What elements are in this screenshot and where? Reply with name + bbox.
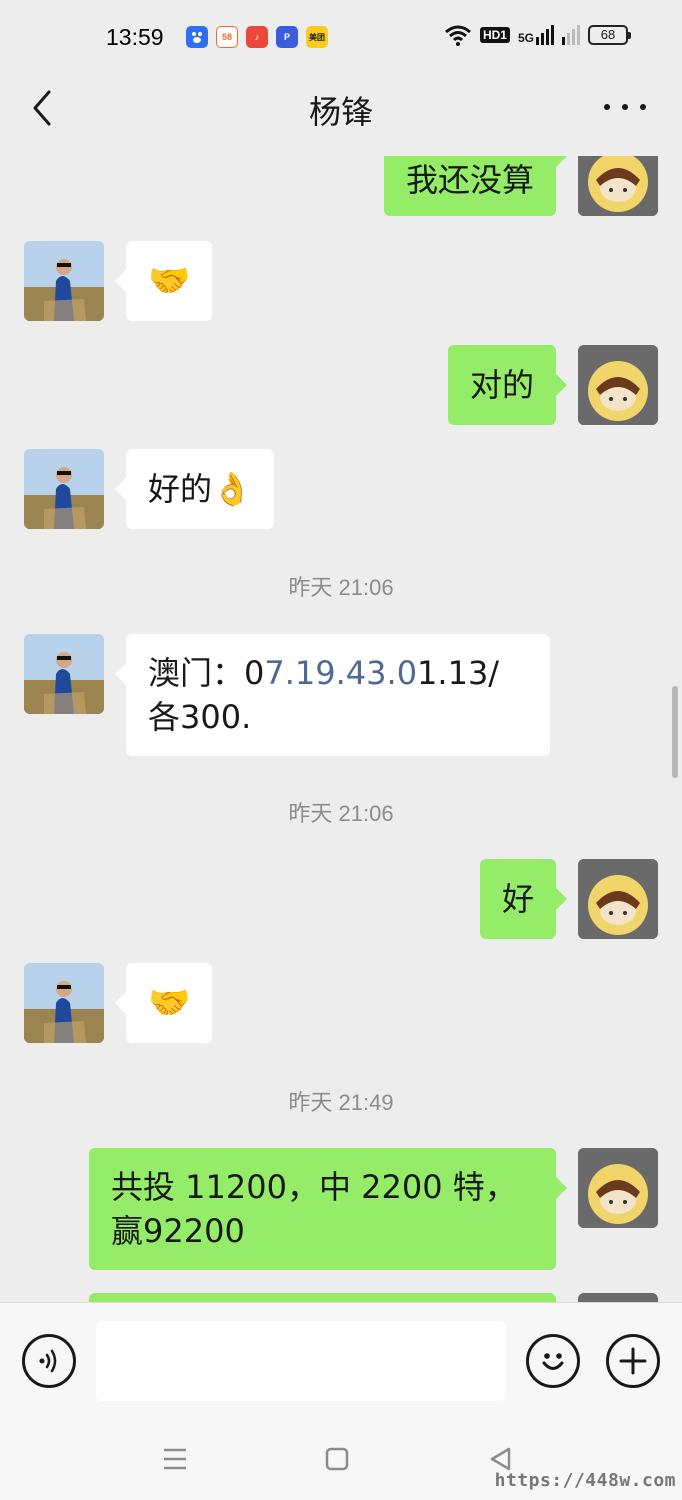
network-label: 5G (517, 31, 534, 45)
message-text-prefix: 澳门：0 (148, 654, 265, 692)
pdd-icon: P (276, 26, 298, 48)
more-dot (622, 104, 628, 110)
message-text: 好的👌 (148, 470, 252, 508)
message-bubble-peer[interactable]: 好的👌 (115, 449, 274, 529)
message-bubble-self[interactable]: 对的 (447, 345, 568, 425)
message-bubble-self[interactable]: 我还没算 (383, 156, 568, 216)
hd-badge: HD1 (479, 27, 510, 43)
timestamp: 昨天 21:06 (288, 801, 394, 826)
self-avatar[interactable] (578, 859, 658, 939)
emoji-button[interactable] (526, 1334, 580, 1388)
more-functions-button[interactable] (606, 1334, 660, 1388)
wifi-icon (445, 25, 471, 46)
peer-avatar[interactable] (24, 963, 104, 1043)
chat-title: 杨锋 (308, 93, 373, 131)
meituan-icon: 美团 (306, 26, 328, 48)
watermark: https://448w.com (494, 1470, 676, 1491)
message-input[interactable] (96, 1321, 506, 1401)
more-options-button[interactable] (604, 92, 646, 122)
message-bubble-self[interactable] (89, 1293, 556, 1302)
handshake-emoji: 🤝 (148, 983, 191, 1023)
smiley-icon (542, 1353, 564, 1370)
handshake-emoji: 🤝 (148, 261, 191, 301)
signal-icon: 5G (518, 25, 554, 45)
recent-apps-button[interactable] (160, 1444, 190, 1474)
timestamp: 昨天 21:49 (288, 1090, 394, 1115)
message-bubble-peer[interactable]: 澳门：07.19.43.01.13/各300. (115, 634, 550, 756)
menu-icon (164, 1448, 186, 1470)
signal2-icon (562, 25, 580, 45)
voice-icon (39, 1349, 57, 1373)
voice-button[interactable] (22, 1334, 76, 1388)
triangle-back-icon (490, 1447, 511, 1471)
self-avatar[interactable] (578, 156, 658, 216)
chat-header: 杨锋 (0, 76, 682, 156)
peer-avatar[interactable] (24, 449, 104, 529)
square-icon (325, 1447, 349, 1471)
message-text: 共投 11200，中 2200 特，赢92200 (111, 1168, 517, 1250)
input-bar (0, 1302, 682, 1420)
more-dot (640, 104, 646, 110)
self-avatar[interactable] (578, 1148, 658, 1228)
status-bar: 13:59 58 ♪ P 美团 HD1 5G 68 (0, 0, 682, 76)
peer-avatar[interactable] (24, 634, 104, 714)
self-avatar[interactable] (578, 1293, 658, 1302)
timestamp: 昨天 21:06 (288, 575, 394, 600)
message-text: 我还没算 (405, 161, 534, 199)
message-peer: 澳门：07.19.43.01.13/各300. (0, 634, 682, 756)
home-button[interactable] (322, 1444, 352, 1474)
message-bubble-self[interactable]: 好 (479, 859, 568, 939)
message-self: 对的 (0, 345, 682, 425)
message-text: 对的 (469, 366, 534, 404)
message-peer: 🤝 (0, 241, 682, 321)
battery-icon: 68 (588, 25, 631, 45)
status-time: 13:59 (106, 24, 164, 50)
message-number-link[interactable]: 7.19.43.0 (264, 654, 417, 692)
message-self: 我还没算 (0, 156, 682, 216)
message-list[interactable]: 我还没算 🤝 对的 好的👌 昨天 21:06 澳门：07.19.43.01.13… (0, 156, 682, 1302)
status-right: HD1 5G 68 (444, 24, 631, 46)
message-peer: 🤝 (0, 963, 682, 1043)
message-peer: 好的👌 (0, 449, 682, 529)
58-icon: 58 (216, 26, 238, 48)
self-avatar[interactable] (578, 345, 658, 425)
more-dot (604, 104, 610, 110)
peer-avatar[interactable] (24, 241, 104, 321)
message-bubble-self[interactable]: 共投 11200，中 2200 特，赢92200 (89, 1148, 567, 1270)
message-bubble-peer[interactable]: 🤝 (114, 241, 213, 321)
message-self: 共投 11200，中 2200 特，赢92200 (0, 1148, 682, 1270)
music-icon: ♪ (246, 26, 268, 48)
scrollbar[interactable] (672, 686, 678, 778)
message-self: 好 (0, 859, 682, 939)
message-bubble-peer[interactable]: 🤝 (114, 963, 213, 1043)
plus-icon (619, 1347, 647, 1375)
baidu-icon (186, 26, 208, 48)
message-text: 好 (501, 880, 534, 918)
notification-app-icons: 58 ♪ P 美团 (186, 26, 328, 48)
message-self-partial (0, 1293, 682, 1302)
